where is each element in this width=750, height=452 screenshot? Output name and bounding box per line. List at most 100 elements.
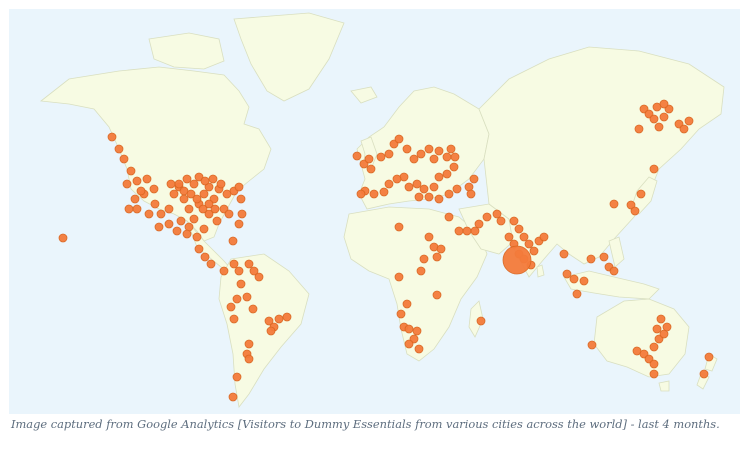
city-marker[interactable] bbox=[442, 152, 452, 162]
city-marker[interactable] bbox=[184, 204, 194, 214]
city-marker[interactable] bbox=[234, 219, 244, 229]
city-marker[interactable] bbox=[444, 212, 454, 222]
city-marker[interactable] bbox=[444, 189, 454, 199]
city-marker[interactable] bbox=[192, 232, 202, 242]
city-marker[interactable] bbox=[182, 174, 192, 184]
city-marker[interactable] bbox=[384, 149, 394, 159]
city-marker[interactable] bbox=[142, 174, 152, 184]
city-marker[interactable] bbox=[244, 339, 254, 349]
city-marker[interactable] bbox=[224, 209, 234, 219]
city-marker[interactable] bbox=[232, 294, 242, 304]
city-marker[interactable] bbox=[229, 259, 239, 269]
city-marker[interactable] bbox=[119, 154, 129, 164]
city-marker[interactable] bbox=[364, 154, 374, 164]
city-marker[interactable] bbox=[424, 232, 434, 242]
city-marker[interactable] bbox=[282, 312, 292, 322]
city-marker[interactable] bbox=[662, 322, 672, 332]
city-marker[interactable] bbox=[514, 224, 524, 234]
city-marker[interactable] bbox=[164, 204, 174, 214]
world-map[interactable] bbox=[9, 9, 740, 414]
city-marker[interactable] bbox=[684, 116, 694, 126]
city-marker[interactable] bbox=[652, 324, 662, 334]
city-marker[interactable] bbox=[402, 299, 412, 309]
city-marker[interactable] bbox=[452, 184, 462, 194]
city-marker[interactable] bbox=[229, 314, 239, 324]
city-marker[interactable] bbox=[462, 226, 472, 236]
city-marker[interactable] bbox=[414, 344, 424, 354]
city-marker[interactable] bbox=[450, 152, 460, 162]
city-marker[interactable] bbox=[199, 189, 209, 199]
city-marker[interactable] bbox=[404, 182, 414, 192]
city-marker[interactable] bbox=[274, 314, 284, 324]
city-marker[interactable] bbox=[242, 292, 252, 302]
city-marker[interactable] bbox=[234, 182, 244, 192]
city-marker[interactable] bbox=[208, 174, 218, 184]
city-marker[interactable] bbox=[659, 112, 669, 122]
city-marker[interactable] bbox=[149, 184, 159, 194]
city-marker[interactable] bbox=[649, 164, 659, 174]
city-marker[interactable] bbox=[414, 192, 424, 202]
city-marker[interactable] bbox=[394, 272, 404, 282]
city-marker[interactable] bbox=[649, 342, 659, 352]
city-marker[interactable] bbox=[189, 179, 199, 189]
city-marker[interactable] bbox=[429, 154, 439, 164]
city-marker[interactable] bbox=[107, 132, 117, 142]
city-marker[interactable] bbox=[579, 276, 589, 286]
city-marker[interactable] bbox=[244, 354, 254, 364]
city-marker[interactable] bbox=[124, 204, 134, 214]
city-marker[interactable] bbox=[424, 192, 434, 202]
city-marker[interactable] bbox=[599, 252, 609, 262]
city-marker[interactable] bbox=[352, 151, 362, 161]
city-marker[interactable] bbox=[699, 369, 709, 379]
city-marker[interactable] bbox=[609, 266, 619, 276]
city-marker[interactable] bbox=[474, 219, 484, 229]
city-marker[interactable] bbox=[219, 266, 229, 276]
city-marker[interactable] bbox=[228, 236, 238, 246]
city-marker[interactable] bbox=[409, 154, 419, 164]
city-marker[interactable] bbox=[376, 152, 386, 162]
city-marker[interactable] bbox=[679, 124, 689, 134]
city-marker[interactable] bbox=[176, 216, 186, 226]
city-marker[interactable] bbox=[172, 226, 182, 236]
city-marker[interactable] bbox=[586, 254, 596, 264]
city-marker[interactable] bbox=[424, 144, 434, 154]
city-marker[interactable] bbox=[572, 289, 582, 299]
city-marker[interactable] bbox=[174, 179, 184, 189]
city-marker[interactable] bbox=[416, 266, 426, 276]
city-marker[interactable] bbox=[656, 314, 666, 324]
city-marker[interactable] bbox=[132, 176, 142, 186]
city-marker[interactable] bbox=[496, 216, 506, 226]
city-marker[interactable] bbox=[649, 369, 659, 379]
city-marker[interactable] bbox=[434, 172, 444, 182]
city-marker[interactable] bbox=[404, 324, 414, 334]
city-marker[interactable] bbox=[232, 372, 242, 382]
city-marker[interactable] bbox=[154, 222, 164, 232]
city-marker[interactable] bbox=[482, 212, 492, 222]
city-marker[interactable] bbox=[412, 326, 422, 336]
city-marker[interactable] bbox=[539, 232, 549, 242]
city-marker[interactable] bbox=[132, 204, 142, 214]
city-marker[interactable] bbox=[200, 252, 210, 262]
city-marker[interactable] bbox=[166, 179, 176, 189]
city-marker[interactable] bbox=[122, 179, 132, 189]
city-marker[interactable] bbox=[192, 194, 202, 204]
city-marker[interactable] bbox=[649, 114, 659, 124]
city-marker[interactable] bbox=[248, 304, 258, 314]
city-marker[interactable] bbox=[369, 189, 379, 199]
city-marker[interactable] bbox=[704, 352, 714, 362]
city-marker[interactable] bbox=[434, 146, 444, 156]
city-marker[interactable] bbox=[442, 169, 452, 179]
city-marker[interactable] bbox=[587, 340, 597, 350]
city-marker[interactable] bbox=[266, 326, 276, 336]
city-marker[interactable] bbox=[449, 162, 459, 172]
city-marker[interactable] bbox=[150, 199, 160, 209]
city-marker[interactable] bbox=[169, 189, 179, 199]
city-marker[interactable] bbox=[412, 179, 422, 189]
city-marker[interactable] bbox=[634, 124, 644, 134]
city-marker[interactable] bbox=[519, 232, 529, 242]
city-marker[interactable] bbox=[210, 204, 220, 214]
city-marker[interactable] bbox=[394, 222, 404, 232]
city-marker[interactable] bbox=[234, 266, 244, 276]
city-marker[interactable] bbox=[384, 179, 394, 189]
city-marker[interactable] bbox=[237, 209, 247, 219]
